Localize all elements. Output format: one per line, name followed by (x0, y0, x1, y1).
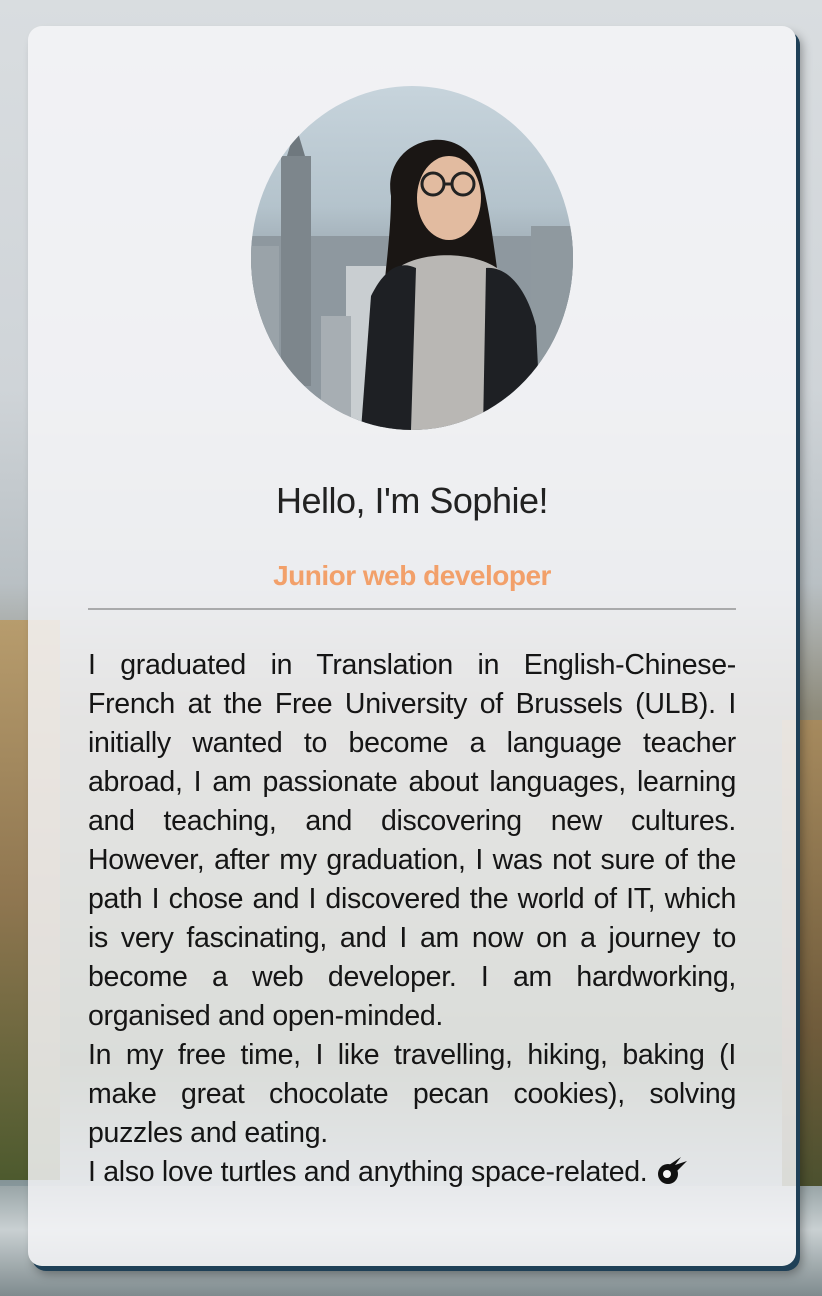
bio-paragraph: In my free time, I like travelling, hiki… (88, 1039, 736, 1149)
profile-photo (251, 86, 573, 430)
profile-photo-illustration (251, 106, 573, 430)
profile-card: Hello, I'm Sophie! Junior web developer … (28, 26, 796, 1266)
bio-paragraph: I graduated in Translation in English-Ch… (88, 649, 736, 1032)
meteor-icon (655, 1155, 689, 1185)
bio-paragraph-last: I also love turtles and anything space-r… (88, 1153, 736, 1192)
bio-paragraph-text: I also love turtles and anything space-r… (88, 1156, 648, 1188)
divider (88, 608, 736, 610)
greeting-heading: Hello, I'm Sophie! (275, 480, 549, 521)
bio-section: I graduated in Translation in English-Ch… (88, 646, 736, 1192)
job-title: Junior web developer (273, 560, 551, 591)
